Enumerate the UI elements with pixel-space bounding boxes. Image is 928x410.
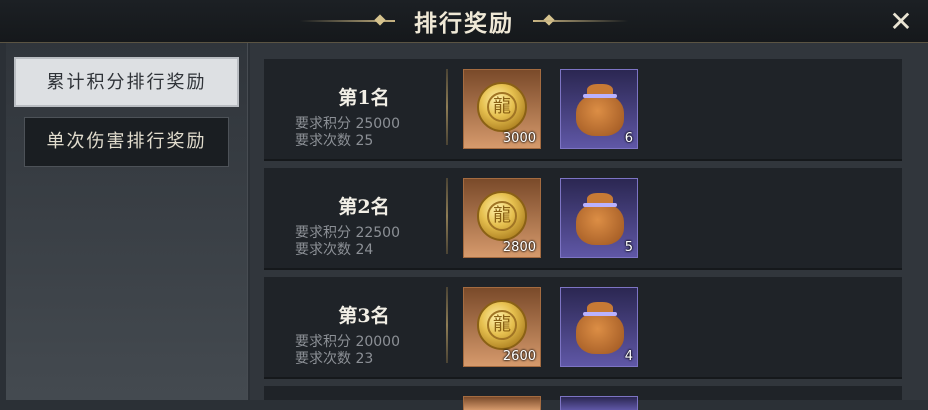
reward-item-coin[interactable]: 龍 2800 [463, 178, 541, 258]
reward-item-coin[interactable]: 龍 2600 [463, 287, 541, 367]
reward-quantity: 3000 [502, 131, 536, 146]
tab-cumulative-score-rewards[interactable]: 累计积分排行奖励 [14, 57, 239, 107]
rank-row-partial [264, 386, 902, 410]
divider [446, 69, 448, 145]
tab-single-damage-rewards[interactable]: 单次伤害排行奖励 [24, 117, 229, 167]
title-bar: 排行奖励 ✕ [0, 0, 928, 43]
title-ornament-right [533, 20, 628, 22]
reward-item-bag[interactable] [560, 396, 638, 410]
rank-reward-list[interactable]: 第1名 要求积分 25000 要求次数 25 龍 3000 6 第2名 要求积分… [250, 43, 928, 410]
rank-title: 第2名 [338, 196, 390, 218]
reward-quantity: 2600 [502, 349, 536, 364]
window-title: 排行奖励 [414, 10, 514, 37]
reward-quantity: 2800 [502, 240, 536, 255]
count-requirement: 要求次数 25 [295, 133, 374, 149]
gold-coin-icon: 龍 [477, 191, 527, 241]
reward-item-coin[interactable]: 龍 3000 [463, 69, 541, 149]
rank-row: 第2名 要求积分 22500 要求次数 24 龍 2800 5 [264, 168, 902, 270]
reward-quantity: 4 [624, 349, 633, 364]
rank-row: 第1名 要求积分 25000 要求次数 25 龍 3000 6 [264, 59, 902, 161]
gold-coin-icon: 龍 [477, 82, 527, 132]
reward-item-bag[interactable]: 5 [560, 178, 638, 258]
reward-quantity: 5 [624, 240, 633, 255]
divider [446, 287, 448, 363]
rank-title: 第1名 [338, 87, 390, 109]
rank-title: 第3名 [338, 305, 390, 327]
gold-coin-icon: 龍 [477, 300, 527, 350]
close-icon[interactable]: ✕ [887, 8, 915, 36]
rank-row: 第3名 要求积分 20000 要求次数 23 龍 2600 4 [264, 277, 902, 379]
divider [446, 178, 448, 254]
reward-item-bag[interactable]: 6 [560, 69, 638, 149]
reward-item-bag[interactable]: 4 [560, 287, 638, 367]
reward-quantity: 6 [624, 131, 633, 146]
count-requirement: 要求次数 23 [295, 351, 374, 367]
reward-item-coin[interactable] [463, 396, 541, 410]
sidebar: 累计积分排行奖励 单次伤害排行奖励 [6, 43, 248, 400]
count-requirement: 要求次数 24 [295, 242, 374, 258]
